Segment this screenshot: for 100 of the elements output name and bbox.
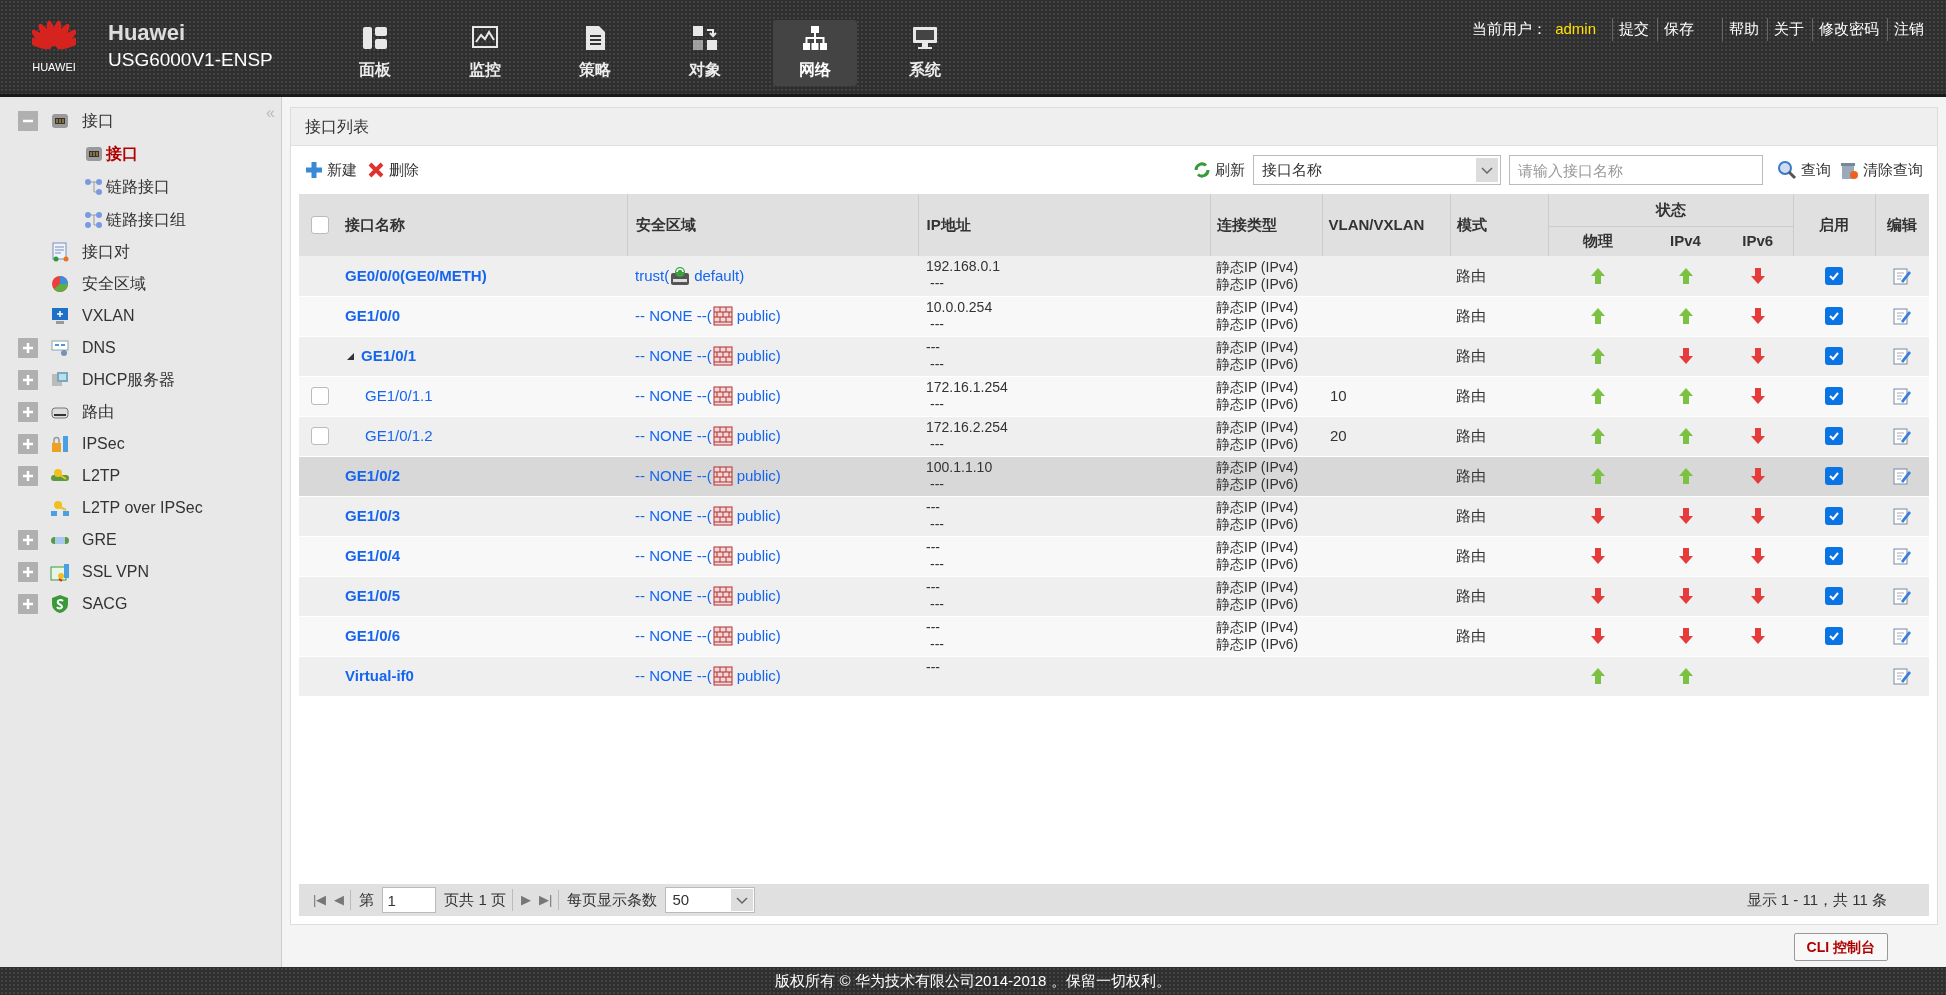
page-field[interactable]: 1 — [382, 887, 437, 913]
vsys-link[interactable]: public) — [736, 304, 781, 328]
zone-link[interactable]: trust( — [635, 264, 670, 287]
tree-item[interactable]: GRE — [82, 528, 117, 552]
tree-item[interactable]: 接口 — [82, 109, 114, 133]
zone-link[interactable]: -- NONE --( — [635, 384, 712, 408]
tree-item[interactable]: 接口 — [106, 141, 138, 166]
edit-icon[interactable] — [1892, 586, 1912, 606]
nav-tab[interactable]: 对象 — [662, 20, 747, 86]
interface-link[interactable]: GE1/0/4 — [345, 544, 401, 568]
expand-toggle[interactable] — [18, 594, 38, 614]
vsys-link[interactable]: public) — [736, 664, 781, 688]
enable-checkbox[interactable] — [1825, 307, 1843, 325]
expand-toggle[interactable] — [18, 370, 38, 390]
interface-link[interactable]: GE1/0/1.1 — [365, 384, 433, 408]
nav-tab[interactable]: 面板 — [332, 20, 417, 86]
zone-link[interactable]: -- NONE --( — [635, 424, 712, 448]
nav-tab[interactable]: 监控 — [442, 20, 527, 86]
tree-item[interactable]: 链路接口组 — [106, 207, 186, 232]
zone-link[interactable]: -- NONE --( — [635, 304, 712, 328]
tree-item[interactable]: 链路接口 — [106, 174, 170, 199]
tree-item[interactable]: 安全区域 — [82, 272, 146, 296]
tree-toggle-icon[interactable] — [345, 351, 355, 361]
interface-link[interactable]: GE1/0/1 — [361, 344, 417, 368]
table-row[interactable]: GE1/0/1.1 -- NONE --( public) 172.16.1.254 --- 静态IP (IPv4) 静态IP (IPv6) 10 路由 — [299, 376, 1929, 416]
nav-tab[interactable]: 系统 — [882, 20, 967, 86]
enable-checkbox[interactable] — [1825, 266, 1843, 285]
zone-link[interactable]: -- NONE --( — [635, 624, 712, 648]
vsys-link[interactable]: public) — [736, 424, 781, 448]
enable-checkbox[interactable] — [1825, 347, 1843, 365]
tree-item[interactable]: IPSec — [82, 432, 125, 456]
tree-item[interactable]: SACG — [82, 592, 128, 616]
zone-link[interactable]: -- NONE --( — [635, 544, 712, 568]
edit-icon[interactable] — [1892, 506, 1912, 526]
expand-toggle[interactable] — [18, 562, 38, 582]
zone-link[interactable]: -- NONE --( — [635, 344, 712, 368]
enable-checkbox[interactable] — [1825, 587, 1843, 605]
interface-link[interactable]: GE1/0/2 — [345, 464, 401, 488]
edit-icon[interactable] — [1892, 306, 1912, 326]
expand-toggle[interactable] — [18, 434, 38, 454]
refresh-button[interactable]: 刷新 — [1193, 158, 1245, 182]
tree-item[interactable]: DHCP服务器 — [82, 368, 176, 392]
interface-link[interactable]: GE0/0/0(GE0/METH) — [345, 264, 487, 287]
interface-link[interactable]: GE1/0/3 — [345, 504, 401, 528]
per-page-select[interactable]: 50 — [665, 887, 756, 913]
header-action[interactable]: 提交 — [1612, 18, 1649, 41]
enable-checkbox[interactable] — [1825, 467, 1843, 485]
tree-item[interactable]: VXLAN — [82, 304, 135, 328]
tree-item[interactable]: SSL VPN — [82, 560, 149, 584]
row-checkbox[interactable] — [311, 387, 329, 405]
edit-icon[interactable] — [1892, 426, 1912, 446]
edit-icon[interactable] — [1892, 666, 1912, 686]
header-link[interactable]: 帮助 — [1722, 18, 1759, 41]
enable-checkbox[interactable] — [1825, 547, 1843, 565]
vsys-link[interactable]: public) — [736, 584, 781, 608]
table-row[interactable]: GE1/0/1.2 -- NONE --( public) 172.16.2.254 --- 静态IP (IPv4) 静态IP (IPv6) 20 路由 — [299, 416, 1929, 456]
vsys-link[interactable]: public) — [736, 544, 781, 568]
table-row[interactable]: GE0/0/0(GE0/METH) trust( default) 192.168.0.1 --- 静态IP (IPv4) 静态IP (IPv6) 路由 — [299, 256, 1929, 296]
table-row[interactable]: GE1/0/0 -- NONE --( public) 10.0.0.254 --- 静态IP (IPv4) 静态IP (IPv6) 路由 — [299, 296, 1929, 336]
table-row[interactable]: GE1/0/6 -- NONE --( public) --- --- 静态IP (IPv4) 静态IP (IPv6) 路由 — [299, 616, 1929, 656]
zone-link[interactable]: -- NONE --( — [635, 504, 712, 528]
interface-link[interactable]: GE1/0/5 — [345, 584, 401, 608]
zone-link[interactable]: -- NONE --( — [635, 664, 712, 688]
expand-toggle[interactable] — [18, 530, 38, 550]
clear-query-button[interactable]: 清除查询 — [1839, 158, 1923, 182]
table-row[interactable]: GE1/0/4 -- NONE --( public) --- --- 静态IP (IPv4) 静态IP (IPv6) 路由 — [299, 536, 1929, 576]
header-link[interactable]: 关于 — [1767, 18, 1804, 41]
tree-item[interactable]: L2TP — [82, 464, 121, 488]
edit-icon[interactable] — [1892, 346, 1912, 366]
nav-tab[interactable]: 策略 — [552, 20, 637, 86]
edit-icon[interactable] — [1892, 546, 1912, 566]
tree-item[interactable]: 接口对 — [82, 240, 130, 264]
header-action[interactable]: 保存 — [1657, 18, 1694, 41]
vsys-link[interactable]: public) — [736, 504, 781, 528]
tree-item[interactable]: 路由 — [82, 400, 114, 424]
table-row[interactable]: GE1/0/3 -- NONE --( public) --- --- 静态IP (IPv4) 静态IP (IPv6) 路由 — [299, 496, 1929, 536]
query-button[interactable]: 查询 — [1777, 158, 1831, 182]
expand-toggle[interactable] — [18, 402, 38, 422]
vsys-link[interactable]: public) — [736, 624, 781, 648]
new-button[interactable]: 新建 — [305, 158, 357, 182]
collapse-toggle[interactable] — [18, 111, 38, 131]
row-checkbox[interactable] — [311, 427, 329, 445]
edit-icon[interactable] — [1892, 626, 1912, 646]
enable-checkbox[interactable] — [1825, 387, 1843, 405]
interface-link[interactable]: Virtual-if0 — [345, 664, 414, 688]
table-row[interactable]: Virtual-if0 -- NONE --( public) --- — [299, 656, 1929, 696]
interface-link[interactable]: GE1/0/1.2 — [365, 424, 433, 448]
interface-link[interactable]: GE1/0/6 — [345, 624, 401, 648]
expand-toggle[interactable] — [18, 338, 38, 358]
edit-icon[interactable] — [1892, 386, 1912, 406]
zone-link[interactable]: -- NONE --( — [635, 464, 712, 488]
vsys-link[interactable]: public) — [736, 464, 781, 488]
edit-icon[interactable] — [1892, 265, 1912, 286]
table-row[interactable]: GE1/0/2 -- NONE --( public) 100.1.1.10 --- 静态IP (IPv4) 静态IP (IPv6) 路由 — [299, 456, 1929, 496]
edit-icon[interactable] — [1892, 466, 1912, 486]
header-link[interactable]: 修改密码 — [1812, 18, 1879, 41]
vsys-link[interactable]: default) — [694, 264, 745, 287]
select-all-checkbox[interactable] — [311, 216, 329, 234]
delete-button[interactable]: 删除 — [367, 158, 419, 182]
header-link[interactable]: 注销 — [1887, 18, 1924, 41]
